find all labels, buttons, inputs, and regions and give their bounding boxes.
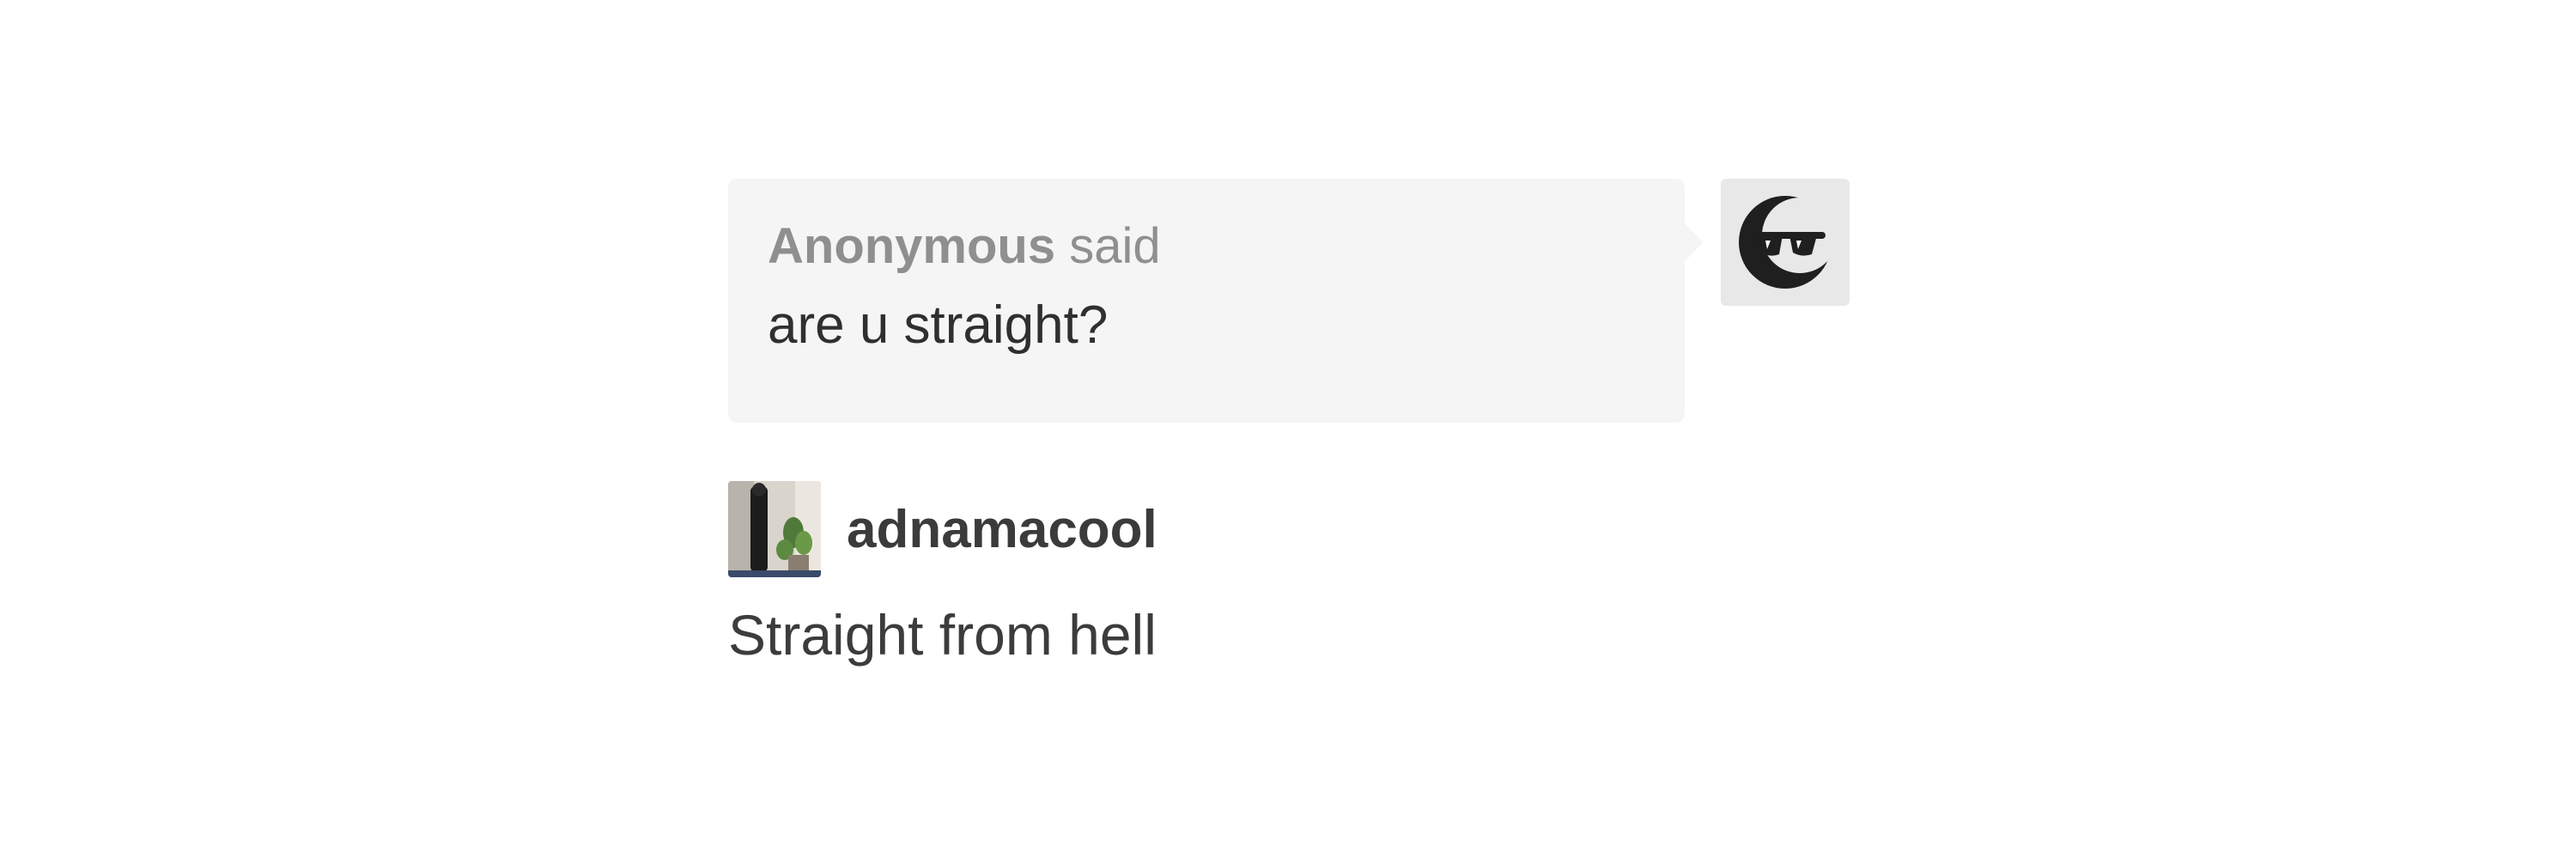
said-label: said — [1069, 218, 1161, 274]
blog-name-link[interactable]: adnamacool — [847, 499, 1157, 560]
ask-bubble: Anonymous said are u straight? — [728, 179, 1704, 423]
anonymous-avatar[interactable] — [1721, 179, 1850, 306]
question-text: are u straight? — [768, 295, 1109, 355]
answerer-header: adnamacool — [728, 481, 1157, 577]
anonymous-sunglasses-icon — [1739, 196, 1838, 289]
blog-avatar[interactable] — [728, 481, 821, 577]
answer-text: Straight from hell — [728, 603, 1157, 667]
asker-line: Anonymous said — [768, 216, 1645, 277]
blog-avatar-photo — [728, 481, 821, 577]
asker-name: Anonymous — [768, 218, 1056, 274]
